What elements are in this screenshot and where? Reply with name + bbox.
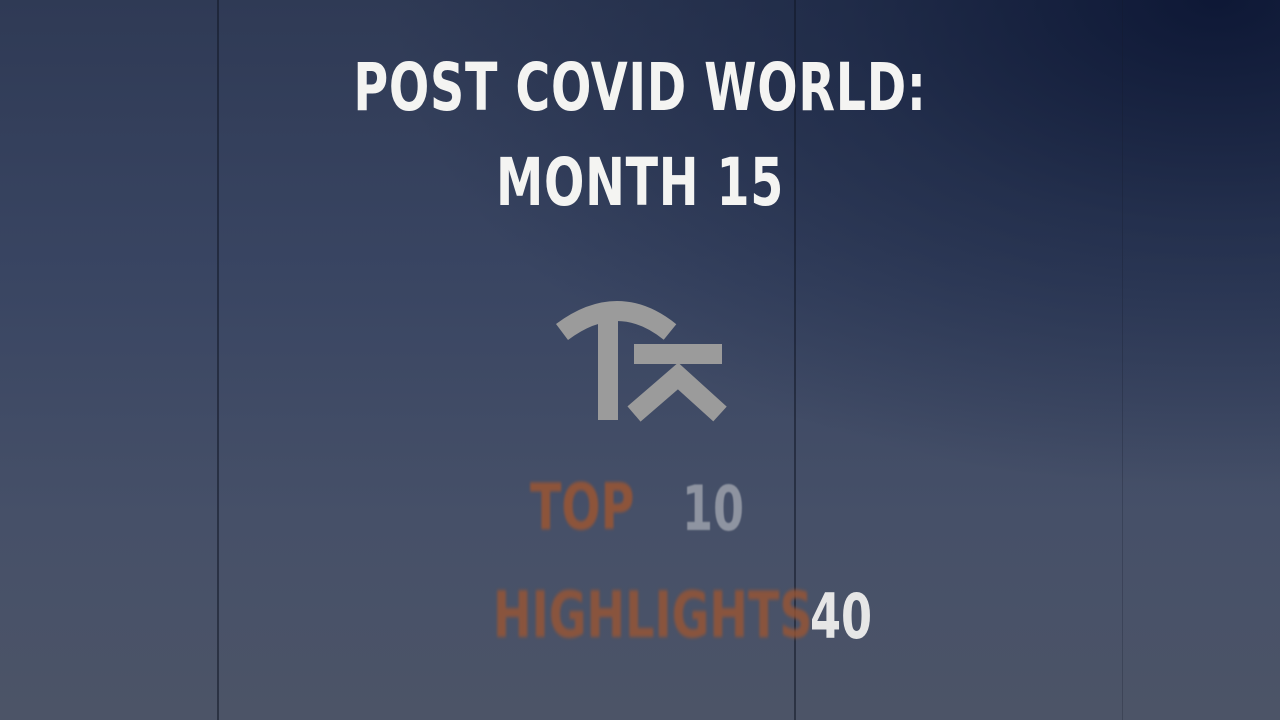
title-line-2: MONTH 15 bbox=[495, 144, 785, 221]
top-label: TOP bbox=[530, 471, 635, 545]
top-number: 10 bbox=[682, 472, 745, 545]
highlights-label: HIGHLIGHTS bbox=[493, 579, 813, 653]
vertical-divider-right bbox=[1122, 0, 1123, 720]
highlights-number: 40 bbox=[810, 580, 873, 653]
fnatic-logo-icon bbox=[556, 301, 727, 422]
title-line-1: POST COVID WORLD: bbox=[353, 49, 927, 126]
